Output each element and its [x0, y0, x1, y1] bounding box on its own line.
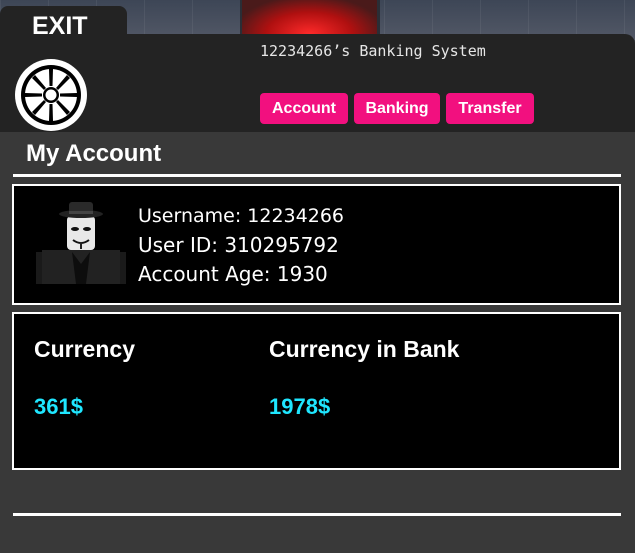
user-id-text: User ID: 310295792	[138, 233, 339, 257]
account-content: My Account Username: 12234266 User ID: 3…	[0, 132, 635, 553]
galactic-republic-emblem-icon	[15, 59, 87, 131]
currency-value: 361$	[34, 394, 83, 419]
banking-panel: 12234266’s Banking System Account Bankin…	[0, 34, 635, 553]
divider	[13, 513, 621, 516]
currency-label: Currency	[34, 336, 135, 362]
tab-account[interactable]: Account	[260, 93, 348, 124]
bank-currency-label: Currency in Bank	[269, 336, 460, 362]
game-background-light	[242, 0, 377, 34]
section-title: My Account	[26, 140, 162, 167]
currency-card: Currency 361$ Currency in Bank 1978$	[12, 312, 621, 470]
bank-currency-value: 1978$	[269, 394, 331, 419]
user-info-card: Username: 12234266 User ID: 310295792 Ac…	[12, 184, 621, 305]
divider	[13, 174, 621, 177]
account-age-text: Account Age: 1930	[138, 262, 328, 286]
user-info-text: Username: 12234266 User ID: 310295792 Ac…	[138, 202, 344, 289]
window-title: 12234266’s Banking System	[260, 42, 486, 60]
avatar	[36, 202, 126, 284]
username-text: Username: 12234266	[138, 205, 345, 227]
tab-banking[interactable]: Banking	[354, 93, 440, 124]
tab-transfer[interactable]: Transfer	[446, 93, 534, 124]
exit-button[interactable]: EXIT	[0, 6, 127, 46]
tab-bar: Account Banking Transfer	[260, 93, 534, 124]
